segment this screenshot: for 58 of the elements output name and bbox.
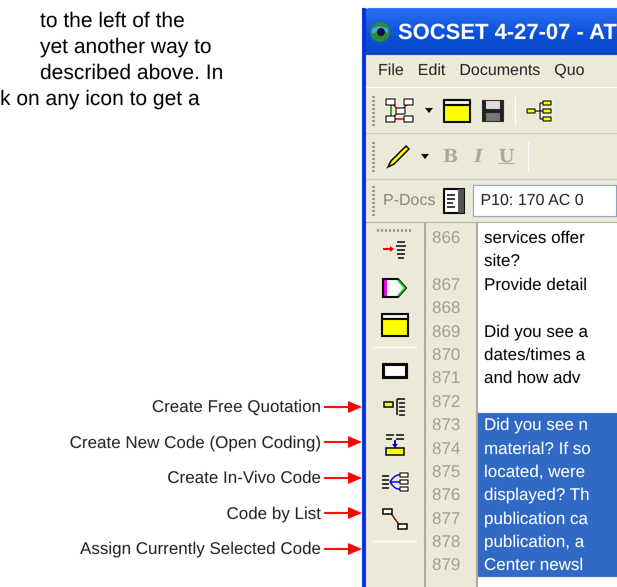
globe-icon bbox=[368, 20, 392, 44]
code-icon[interactable] bbox=[383, 396, 407, 418]
line-number: 878 bbox=[432, 532, 460, 552]
line-number: 867 bbox=[432, 274, 460, 294]
callout-arrow bbox=[324, 400, 362, 414]
menu-item[interactable]: Edit bbox=[418, 59, 446, 83]
tag-icon[interactable] bbox=[382, 278, 408, 298]
line-number: 876 bbox=[432, 485, 460, 504]
network-icon[interactable] bbox=[385, 98, 415, 124]
line-number: 866 bbox=[432, 228, 460, 247]
menu-item[interactable]: Documents bbox=[459, 59, 540, 83]
document-icon[interactable] bbox=[443, 188, 466, 214]
callout-arrow bbox=[324, 470, 362, 485]
caret-icon[interactable] bbox=[421, 154, 429, 159]
tree-icon[interactable] bbox=[526, 100, 552, 122]
text-line: Provide detail bbox=[484, 274, 588, 294]
text-line: to the left of the bbox=[39, 8, 186, 34]
callout-arrow bbox=[324, 435, 362, 450]
line-number: 874 bbox=[432, 438, 460, 458]
caret-icon[interactable] bbox=[425, 108, 433, 113]
text-line: site? bbox=[484, 251, 520, 270]
callout-label: Create Free Quotation bbox=[152, 396, 321, 418]
assign-icon[interactable] bbox=[382, 506, 408, 530]
line-number: 871 bbox=[432, 368, 460, 388]
text-line: Did you see a bbox=[484, 322, 588, 341]
line-number: 879 bbox=[432, 555, 460, 574]
line-number: 873 bbox=[432, 415, 460, 434]
line-number: 869 bbox=[432, 322, 460, 341]
text-line: services offer bbox=[484, 228, 585, 247]
line-number: 872 bbox=[432, 392, 460, 411]
menu-item[interactable]: File bbox=[378, 59, 404, 83]
callout-arrow bbox=[324, 506, 362, 520]
pencil-icon[interactable] bbox=[385, 144, 411, 170]
document-field[interactable]: P10: 170 AC 0 bbox=[473, 185, 617, 217]
menu-item[interactable]: Quo bbox=[554, 59, 585, 83]
line-number: 875 bbox=[432, 462, 460, 481]
callout-label: Create New Code (Open Coding) bbox=[70, 432, 321, 454]
toolbar-label: P-Docs bbox=[383, 191, 436, 211]
callout-label: Code by List bbox=[226, 502, 321, 524]
code-list-icon[interactable] bbox=[381, 470, 409, 494]
save-icon[interactable] bbox=[481, 98, 505, 122]
text-line: described above. In bbox=[39, 60, 224, 86]
in-vivo-icon[interactable] bbox=[384, 432, 406, 456]
window-icon[interactable] bbox=[381, 312, 409, 336]
text-line: and how adv bbox=[484, 368, 580, 388]
arrow-list-icon[interactable] bbox=[383, 240, 407, 262]
text-line: dates/times a bbox=[484, 344, 586, 364]
line-number: 877 bbox=[432, 508, 460, 528]
window-icon[interactable] bbox=[443, 98, 471, 122]
callout-label: Create In-Vivo Code bbox=[167, 467, 321, 489]
line-number: 868 bbox=[432, 298, 460, 318]
callout-arrow bbox=[324, 542, 362, 556]
text-line: yet another way to bbox=[39, 34, 213, 60]
callout-label: Assign Currently Selected Code bbox=[80, 538, 321, 560]
rectangle-icon[interactable] bbox=[382, 362, 408, 378]
line-number: 870 bbox=[432, 344, 460, 364]
window-title: SOCSET 4-27-07 - AT bbox=[398, 18, 617, 46]
text-line: k on any icon to get a bbox=[0, 86, 201, 112]
